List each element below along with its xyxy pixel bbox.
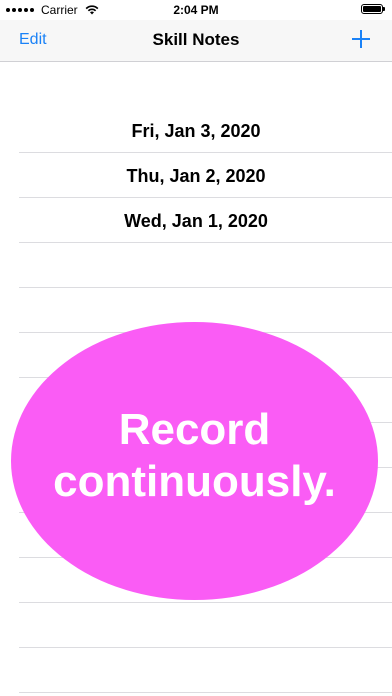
empty-row bbox=[0, 603, 392, 648]
empty-row bbox=[0, 648, 392, 693]
status-bar: Carrier 2:04 PM bbox=[0, 0, 392, 20]
list-item[interactable]: Fri, Jan 3, 2020 bbox=[0, 62, 392, 153]
empty-row bbox=[0, 243, 392, 288]
page-title: Skill Notes bbox=[152, 30, 240, 49]
list-item[interactable]: Wed, Jan 1, 2020 bbox=[0, 198, 392, 243]
promo-line-1: Record bbox=[118, 405, 271, 454]
promo-text: Record continuously. bbox=[11, 404, 378, 508]
promo-line-2: continuously. bbox=[53, 457, 336, 506]
list-item[interactable]: Thu, Jan 2, 2020 bbox=[0, 153, 392, 198]
app-screen: Carrier 2:04 PM Edit Skill Notes Fri, Ja… bbox=[0, 0, 392, 696]
promo-oval: Record continuously. bbox=[11, 322, 378, 600]
list-item-label: Thu, Jan 2, 2020 bbox=[126, 166, 266, 186]
navigation-bar: Edit Skill Notes bbox=[0, 20, 392, 62]
list-item-label: Wed, Jan 1, 2020 bbox=[124, 211, 268, 231]
status-time: 2:04 PM bbox=[173, 3, 219, 17]
battery-icon bbox=[361, 4, 385, 14]
plus-icon[interactable] bbox=[350, 28, 372, 50]
list-item-label: Fri, Jan 3, 2020 bbox=[131, 121, 261, 141]
